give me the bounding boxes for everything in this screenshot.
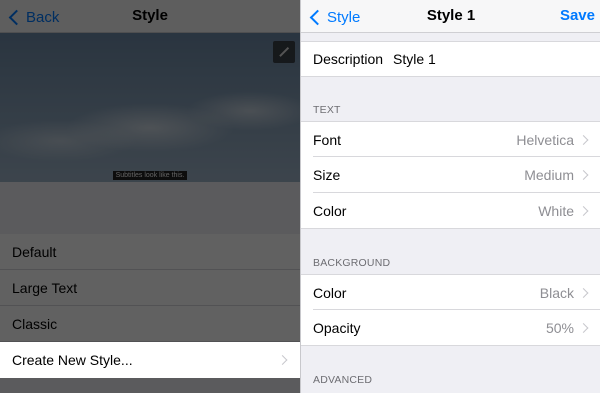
style-item-label: Classic [12,315,58,332]
background-color-row[interactable]: Color Black [301,274,600,310]
style-item-large-text[interactable]: Large Text [0,270,300,306]
chevron-right-icon [277,355,288,365]
chevron-left-icon [309,9,326,25]
description-field[interactable]: Description Style 1 [301,41,600,77]
row-value: Medium [524,167,574,183]
size-row[interactable]: Size Medium [301,157,600,193]
save-button[interactable]: Save [560,7,595,24]
left-nav-bar: Back Style [0,0,300,33]
style-item-label: Default [12,243,57,260]
row-label: Color [313,284,347,301]
chevron-right-icon [578,287,589,298]
style-item-classic[interactable]: Classic [0,306,300,342]
chevron-left-icon [8,9,25,25]
style-list: Default Large Text Classic Create New St… [0,234,300,378]
create-new-style-label: Create New Style... [12,352,133,368]
style-item-default[interactable]: Default [0,234,300,270]
back-button[interactable]: Back [8,7,59,27]
text-color-row[interactable]: Color White [301,193,600,229]
subtitle-preview: Subtitles look like this. [0,33,300,182]
row-label: Size [313,167,341,183]
row-value: Helvetica [516,131,574,148]
row-value: Black [539,284,574,301]
font-row[interactable]: Font Helvetica [301,121,600,157]
opacity-row[interactable]: Opacity 50% [301,310,600,346]
row-label: Color [313,202,347,219]
style-back-label: Style [327,8,361,26]
section-header-advanced: ADVANCED [313,374,373,386]
row-label: Font [313,131,342,148]
description-value[interactable]: Style 1 [393,51,436,67]
style-list-pane: Back Style Subtitles look like this. Def… [0,0,300,393]
row-label: Opacity [313,319,361,336]
back-button-label: Back [26,8,60,26]
chevron-right-icon [578,170,589,180]
row-value: White [538,202,574,219]
style-editor-pane: Style Style 1 Save Description Style 1 T… [300,0,600,393]
chevron-right-icon [578,322,589,333]
description-label: Description [313,51,384,67]
subtitle-sample: Subtitles look like this. [112,171,188,180]
section-header-background: BACKGROUND [313,257,391,269]
chevron-right-icon [578,134,589,145]
create-new-style-button[interactable]: Create New Style... [0,342,300,378]
style-back-button[interactable]: Style [309,7,360,27]
expand-icon[interactable] [273,41,295,63]
style-item-label: Large Text [12,279,78,296]
section-header-text: TEXT [313,104,341,116]
chevron-right-icon [578,205,589,216]
row-value: 50% [545,319,574,336]
right-nav-bar: Style Style 1 Save [301,0,600,33]
